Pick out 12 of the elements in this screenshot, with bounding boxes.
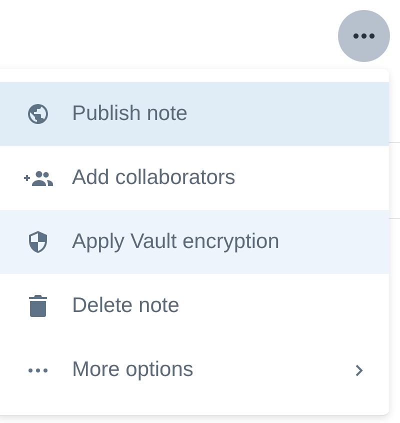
trash-icon — [29, 295, 47, 317]
menu-item[interactable]: Apply Vault encryption — [0, 210, 389, 274]
menu-item[interactable]: Add collaborators — [0, 146, 389, 210]
menu-item[interactable]: More options — [0, 338, 389, 402]
menu-item[interactable]: Delete note — [0, 274, 389, 338]
more-button[interactable] — [338, 10, 390, 62]
globe-icon — [26, 102, 50, 126]
plus-icon — [24, 175, 30, 181]
dots-icon — [28, 368, 48, 372]
menu-item[interactable]: Publish note — [0, 82, 389, 146]
dots-icon — [353, 33, 375, 39]
shield-icon — [27, 230, 49, 254]
